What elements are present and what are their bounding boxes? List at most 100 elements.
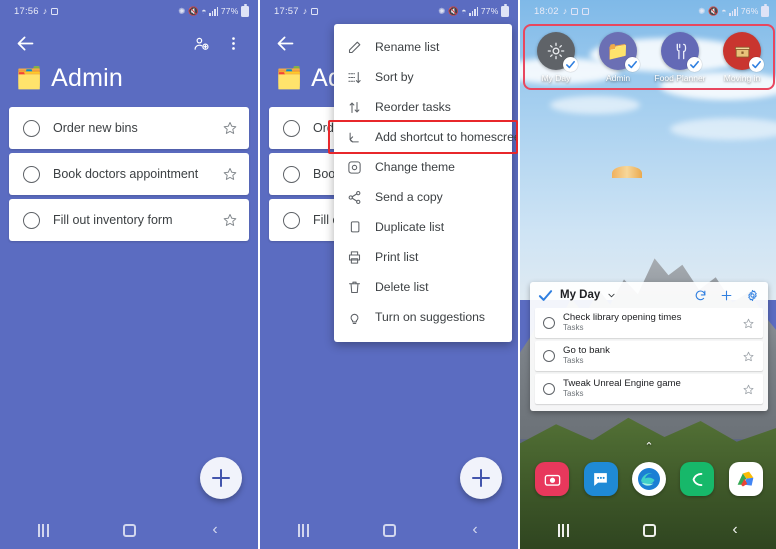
bluetooth-icon: ✺ [438, 5, 446, 16]
pencil-icon [347, 40, 362, 55]
add-shortcut-icon [347, 130, 362, 145]
add-task-fab[interactable] [200, 457, 242, 499]
menu-item-change-theme[interactable]: Change theme [334, 152, 512, 182]
todo-badge-icon [563, 57, 578, 72]
menu-item-print-list[interactable]: Print list [334, 242, 512, 272]
gallery-icon [571, 7, 579, 15]
shortcut-food-planner[interactable]: Food Planner [653, 32, 707, 83]
music-note-icon: ♪ [562, 6, 568, 16]
add-task-fab[interactable] [460, 457, 502, 499]
chevron-down-icon[interactable] [607, 291, 616, 300]
menu-item-send-a-copy[interactable]: Send a copy [334, 182, 512, 212]
menu-item-duplicate-list[interactable]: Duplicate list [334, 212, 512, 242]
shortcut-my-day[interactable]: My Day [529, 32, 583, 83]
task-checkbox[interactable] [543, 383, 555, 395]
todo-widget: My Day Check library opening times Tasks [530, 282, 768, 411]
table-row[interactable]: Book doctors appointment [9, 153, 249, 195]
task-list-name: Tasks [563, 389, 584, 399]
menu-item-rename-list[interactable]: Rename list [334, 32, 512, 62]
shortcut-label: Admin [605, 73, 631, 83]
recents-icon[interactable] [18, 518, 68, 542]
task-list: Order new bins Book doctors appointment … [0, 107, 258, 241]
back-icon[interactable]: ‹ [190, 518, 240, 542]
battery-icon [761, 4, 769, 17]
lightbulb-icon [347, 310, 362, 325]
task-checkbox[interactable] [543, 350, 555, 362]
task-title: Check library opening times [563, 312, 682, 324]
menu-item-delete-list[interactable]: Delete list [334, 272, 512, 302]
task-texts: Go to bank Tasks [563, 346, 743, 366]
task-checkbox[interactable] [283, 119, 300, 137]
home-icon[interactable] [364, 518, 414, 542]
wifi-icon: ◓ [201, 6, 207, 16]
shortcut-admin[interactable]: 📁 Admin [591, 32, 645, 83]
sort-icon [347, 70, 362, 85]
task-list-name: Tasks [563, 323, 584, 333]
task-checkbox[interactable] [543, 317, 555, 329]
menu-item-sort-by[interactable]: Sort by [334, 62, 512, 92]
status-right: ✺ 🔇 ◓ 77% [438, 4, 509, 17]
shortcut-moving-in[interactable]: Moving in [715, 32, 769, 83]
settings-icon[interactable] [746, 289, 759, 302]
back-icon[interactable]: ‹ [450, 518, 500, 542]
widget-title: My Day [560, 289, 601, 301]
signal-icon [469, 6, 479, 16]
recents-icon[interactable] [278, 518, 328, 542]
add-icon[interactable] [720, 289, 733, 302]
list-title-text: Admin [51, 64, 124, 92]
recents-icon[interactable] [538, 518, 588, 542]
phone-app-icon[interactable] [680, 462, 715, 496]
more-vertical-icon[interactable] [220, 30, 246, 56]
status-bar: 17:56 ♪ ✺ 🔇 ◓ 77% [0, 0, 258, 22]
home-icon[interactable] [624, 518, 674, 542]
back-arrow-icon[interactable] [12, 30, 38, 56]
todo-badge-icon [625, 57, 640, 72]
widget-header: My Day [530, 282, 768, 308]
back-arrow-icon[interactable] [272, 30, 298, 56]
mute-icon: 🔇 [448, 5, 459, 16]
three-panel-screenshot: 17:56 ♪ ✺ 🔇 ◓ 77% 🗂️ Admin Order new bin… [0, 0, 776, 549]
task-checkbox[interactable] [23, 211, 40, 229]
menu-item-turn-on-suggestions[interactable]: Turn on suggestions [334, 302, 512, 332]
overflow-menu: Rename list Sort by Reorder tasks Add sh… [328, 24, 518, 342]
edge-browser-icon[interactable] [631, 462, 666, 496]
music-note-icon: ♪ [302, 6, 308, 16]
folder-emoji-icon: 📁 [606, 41, 630, 61]
status-left: 17:57 ♪ [274, 6, 319, 17]
system-nav-bar: ‹ [260, 511, 518, 549]
table-row[interactable]: Order new bins [9, 107, 249, 149]
signal-icon [209, 6, 219, 16]
add-person-icon[interactable] [188, 30, 214, 56]
app-drawer-arrow-icon[interactable]: ⌃ [520, 440, 776, 453]
star-icon[interactable] [223, 167, 237, 181]
star-icon[interactable] [743, 351, 754, 362]
status-time: 18:02 [534, 5, 559, 17]
star-icon[interactable] [743, 384, 754, 395]
bluetooth-icon: ✺ [698, 5, 706, 16]
list-item[interactable]: Check library opening times Tasks [535, 308, 763, 338]
shortcut-label: Food Planner [654, 73, 706, 83]
task-checkbox[interactable] [23, 119, 40, 137]
star-icon[interactable] [743, 318, 754, 329]
home-icon[interactable] [104, 518, 154, 542]
menu-item-reorder-tasks[interactable]: Reorder tasks [334, 92, 512, 122]
back-icon[interactable]: ‹ [710, 518, 760, 542]
table-row[interactable]: Fill out inventory form [9, 199, 249, 241]
messages-app-icon[interactable] [583, 462, 618, 496]
shortcut-label: Moving in [723, 73, 761, 83]
list-item[interactable]: Tweak Unreal Engine game Tasks [535, 374, 763, 404]
app-bar: 🗂️ Admin [0, 22, 258, 107]
star-icon[interactable] [223, 121, 237, 135]
task-checkbox[interactable] [23, 165, 40, 183]
list-item[interactable]: Go to bank Tasks [535, 341, 763, 371]
camera-app-icon[interactable] [535, 462, 570, 496]
menu-item-label: Duplicate list [375, 220, 445, 234]
task-list-name: Tasks [563, 356, 584, 366]
task-checkbox[interactable] [283, 211, 300, 229]
maps-app-icon[interactable] [728, 462, 763, 496]
menu-item-add-shortcut-to-homescreen[interactable]: Add shortcut to homescreen [328, 120, 518, 154]
theme-icon [347, 160, 362, 175]
refresh-icon[interactable] [694, 289, 707, 302]
star-icon[interactable] [223, 213, 237, 227]
task-checkbox[interactable] [283, 165, 300, 183]
